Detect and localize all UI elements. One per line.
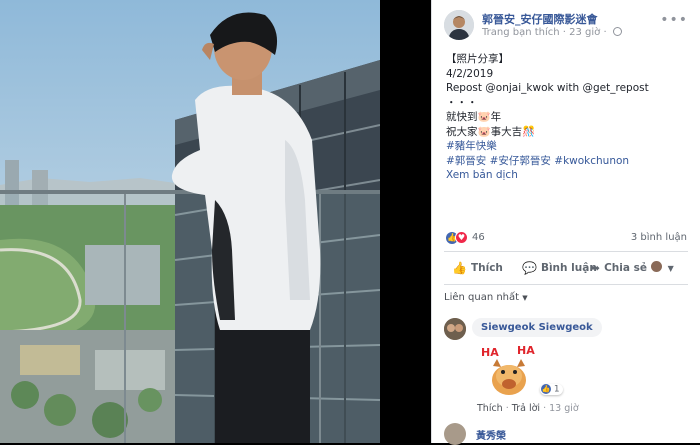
- see-translation-link[interactable]: Xem bản dịch: [446, 168, 686, 183]
- post-text: 【照片分享】 4/2/2019 Repost @onjai_kwok with …: [446, 52, 686, 183]
- comment-label: Bình luận: [540, 262, 597, 274]
- avatar-image: [444, 10, 474, 40]
- post-line: 【照片分享】: [446, 53, 509, 65]
- like-reaction-icon: 👍: [541, 384, 551, 394]
- comment-bubble: Siewgeok Siewgeok: [472, 318, 602, 337]
- commenter-avatar[interactable]: [444, 423, 466, 445]
- comment-actions: Thích · Trả lời · 13 giờ: [477, 403, 579, 414]
- post-actions: 👍 Thích 💬 Bình luận ➦ Chia sẻ ▼: [444, 256, 688, 282]
- post-photo[interactable]: [0, 0, 380, 443]
- post-line: ・・・: [446, 96, 478, 109]
- comment-sort-label: Liên quan nhất: [444, 292, 520, 303]
- divider: [444, 251, 688, 252]
- share-button[interactable]: ➦ Chia sẻ: [590, 261, 647, 275]
- reaction-profile-selector[interactable]: ▼: [651, 261, 674, 274]
- commenter-avatar-image: [444, 318, 466, 340]
- comment-reaction-summary[interactable]: 👍 1: [540, 384, 563, 395]
- post-line: Repost @onjai_kwok with @get_repost: [446, 82, 649, 94]
- share-arrow-icon: ➦: [590, 261, 601, 275]
- svg-text:HA: HA: [481, 346, 499, 359]
- commenter-name-link[interactable]: 黃秀榮: [476, 427, 506, 442]
- photo-viewer[interactable]: [0, 0, 431, 443]
- love-reaction-icon: ♥: [455, 231, 468, 244]
- meta-separator: ·: [603, 27, 610, 38]
- hashtag-link[interactable]: #郭晉安 #安仔郭晉安 #kwokchunon: [446, 154, 686, 169]
- divider: [444, 284, 688, 285]
- reaction-count: 46: [472, 232, 485, 243]
- comment-reply-link[interactable]: Trả lời: [512, 403, 540, 414]
- post-line: 4/2/2019: [446, 67, 494, 80]
- post-line: 祝大家🐷事大吉🎊: [446, 125, 536, 138]
- hashtag-link[interactable]: #豬年快樂: [446, 139, 686, 154]
- comment-time[interactable]: 13 giờ: [549, 403, 579, 414]
- comment-button[interactable]: 💬 Bình luận: [522, 261, 597, 275]
- post-sidebar: 郭晉安_安仔國際影迷會 Trang bạn thích · 23 giờ · •…: [431, 0, 700, 445]
- thumbs-up-icon: 👍: [452, 261, 467, 275]
- commenter-avatar[interactable]: [444, 318, 466, 340]
- reaction-summary[interactable]: 👍♥ 46: [446, 231, 485, 244]
- post-meta: Trang bạn thích · 23 giờ ·: [482, 27, 622, 38]
- page-avatar[interactable]: [444, 10, 474, 40]
- like-button[interactable]: 👍 Thích: [452, 261, 503, 275]
- meta-label: Trang bạn thích: [482, 27, 560, 38]
- comment-sort-dropdown[interactable]: Liên quan nhất ▼: [444, 292, 528, 303]
- photo-image: [0, 0, 380, 443]
- caret-down-icon: ▼: [522, 294, 528, 302]
- svg-text:HA: HA: [517, 344, 535, 357]
- post-line: 就快到🐷年: [446, 111, 502, 123]
- commenter-name-link[interactable]: Siewgeok Siewgeok: [481, 322, 593, 333]
- post-time[interactable]: 23 giờ: [569, 27, 600, 38]
- globe-icon: [612, 27, 622, 36]
- more-options-icon[interactable]: •••: [660, 12, 688, 28]
- page-name-link[interactable]: 郭晉安_安仔國際影迷會: [482, 11, 598, 27]
- comment-count-link[interactable]: 3 bình luận: [631, 232, 687, 243]
- small-avatar: [651, 261, 662, 272]
- share-label: Chia sẻ: [604, 262, 647, 274]
- like-label: Thích: [470, 262, 503, 274]
- pig-sticker: HA HA: [479, 342, 539, 398]
- comment-like-link[interactable]: Thích: [477, 403, 503, 414]
- comment-reaction-count: 1: [553, 384, 560, 395]
- comment-icon: 💬: [522, 261, 537, 275]
- caret-down-icon: ▼: [667, 264, 674, 273]
- sticker-image: HA HA: [481, 344, 535, 395]
